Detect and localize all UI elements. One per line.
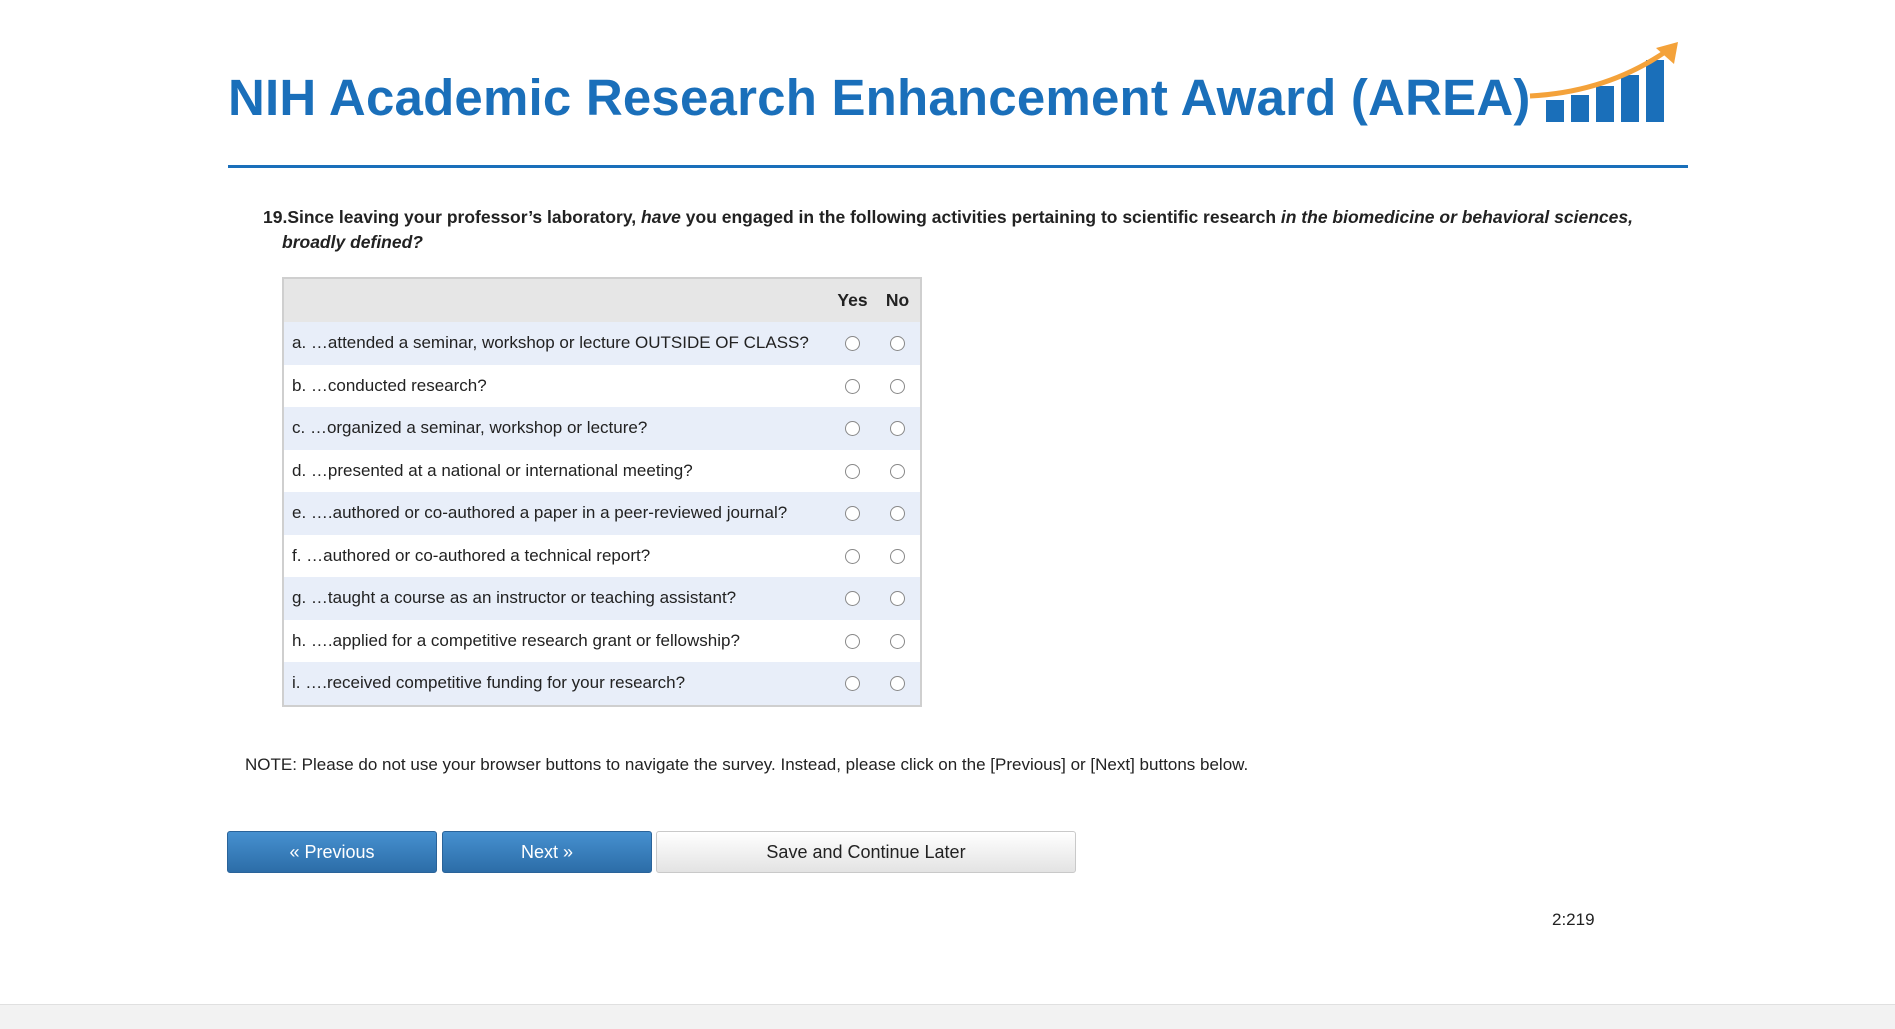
radio-no[interactable] bbox=[890, 506, 905, 522]
save-continue-later-button[interactable]: Save and Continue Later bbox=[656, 831, 1076, 873]
grid-row: b. …conducted research? bbox=[283, 364, 921, 407]
navigation-note: NOTE: Please do not use your browser but… bbox=[245, 755, 1249, 774]
next-button[interactable]: Next » bbox=[442, 831, 652, 873]
radio-yes[interactable] bbox=[845, 548, 860, 564]
row-label: e. ….authored or co-authored a paper in … bbox=[283, 492, 830, 535]
radio-no[interactable] bbox=[890, 633, 905, 649]
radio-yes[interactable] bbox=[845, 463, 860, 479]
question-text: 19.Since leaving your professor’s labora… bbox=[263, 207, 1633, 252]
row-label: i. ….received competitive funding for yo… bbox=[283, 662, 830, 706]
radio-no[interactable] bbox=[890, 548, 905, 564]
row-label: d. …presented at a national or internati… bbox=[283, 449, 830, 492]
radio-no[interactable] bbox=[890, 378, 905, 394]
radio-yes[interactable] bbox=[845, 633, 860, 649]
radio-yes[interactable] bbox=[845, 591, 860, 607]
page-code: 2:219 bbox=[1552, 910, 1595, 929]
row-label: c. …organized a seminar, workshop or lec… bbox=[283, 407, 830, 450]
grid-row: h. ….applied for a competitive research … bbox=[283, 619, 921, 662]
rising-bar-chart-icon bbox=[1529, 42, 1678, 122]
grid-row: d. …presented at a national or internati… bbox=[283, 449, 921, 492]
column-no: No bbox=[875, 278, 921, 322]
grid-row: i. ….received competitive funding for yo… bbox=[283, 662, 921, 706]
page-title: NIH Academic Research Enhancement Award … bbox=[228, 69, 1531, 126]
radio-no[interactable] bbox=[890, 676, 905, 692]
radio-yes[interactable] bbox=[845, 378, 860, 394]
row-label: g. …taught a course as an instructor or … bbox=[283, 577, 830, 620]
grid-row: g. …taught a course as an instructor or … bbox=[283, 577, 921, 620]
grid-row: c. …organized a seminar, workshop or lec… bbox=[283, 407, 921, 450]
radio-yes[interactable] bbox=[845, 421, 860, 437]
radio-no[interactable] bbox=[890, 463, 905, 479]
row-label: f. …authored or co-authored a technical … bbox=[283, 534, 830, 577]
grid-row: a. …attended a seminar, workshop or lect… bbox=[283, 322, 921, 365]
row-label: h. ….applied for a competitive research … bbox=[283, 619, 830, 662]
radio-no[interactable] bbox=[890, 421, 905, 437]
grid-row: e. ….authored or co-authored a paper in … bbox=[283, 492, 921, 535]
radio-no[interactable] bbox=[890, 336, 905, 352]
row-label: b. …conducted research? bbox=[283, 364, 830, 407]
radio-yes[interactable] bbox=[845, 506, 860, 522]
row-label: a. …attended a seminar, workshop or lect… bbox=[283, 322, 830, 365]
column-yes: Yes bbox=[830, 278, 875, 322]
grid-row: f. …authored or co-authored a technical … bbox=[283, 534, 921, 577]
footer-bar bbox=[0, 1004, 1895, 1029]
radio-yes[interactable] bbox=[845, 676, 860, 692]
grid-header-blank bbox=[283, 278, 830, 322]
question-grid: Yes No a. …attended a seminar, workshop … bbox=[282, 277, 922, 707]
radio-yes[interactable] bbox=[845, 336, 860, 352]
radio-no[interactable] bbox=[890, 591, 905, 607]
previous-button[interactable]: « Previous bbox=[227, 831, 437, 873]
header-divider bbox=[228, 165, 1688, 168]
